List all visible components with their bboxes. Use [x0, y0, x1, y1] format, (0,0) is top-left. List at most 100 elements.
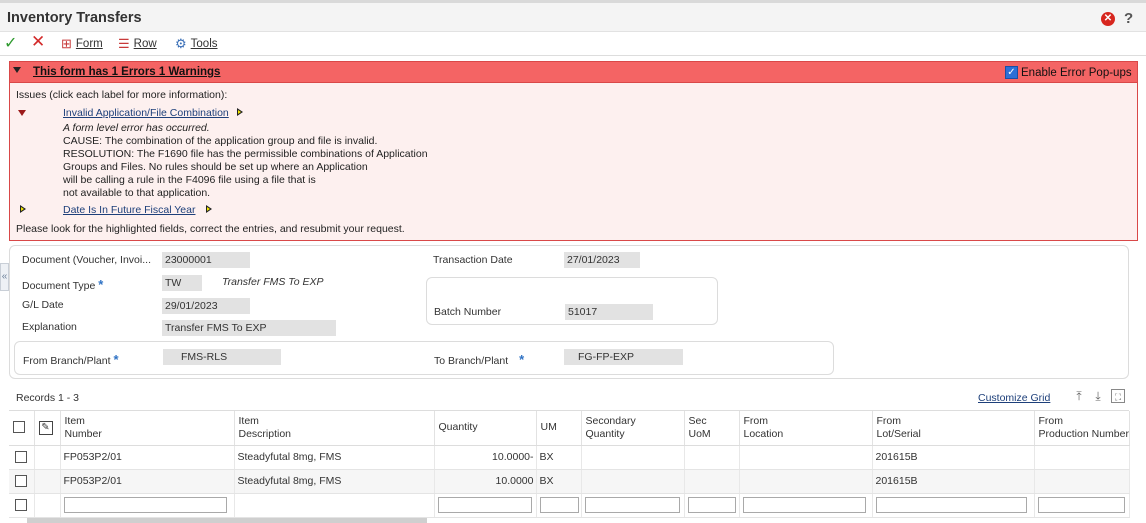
table-row[interactable]: FP053P2/01 Steadyfutal 8mg, FMS 10.0000-… [9, 445, 1130, 470]
cell-quantity[interactable]: 10.0000- [434, 445, 537, 470]
document-field[interactable]: 23000001 [162, 252, 250, 268]
edit-column: ✎ [34, 411, 61, 446]
transaction-date-field[interactable]: 27/01/2023 [564, 252, 640, 268]
from-branch-field[interactable]: FMS-RLS [163, 349, 281, 365]
document-label: Document (Voucher, Invoi... [22, 254, 151, 266]
row-checkbox[interactable] [15, 451, 27, 464]
transaction-date-label: Transaction Date [433, 254, 513, 266]
detail-arrow-icon[interactable] [206, 205, 212, 213]
cell-secondary-quantity[interactable] [581, 469, 685, 494]
row-menu[interactable]: ☰ Row [118, 36, 157, 52]
branch-panel [14, 341, 834, 375]
row-select-cell[interactable] [9, 469, 35, 494]
select-all-checkbox[interactable] [13, 421, 25, 434]
cell-from-lot-serial[interactable]: 201615B [872, 469, 1035, 494]
cell-quantity[interactable] [434, 493, 537, 518]
error-summary-link[interactable]: This form has 1 Errors 1 Warnings [33, 66, 220, 78]
cell-item-number[interactable]: FP053P2/01 [60, 445, 235, 470]
ok-checkmark-icon[interactable]: ✓ [4, 35, 17, 52]
explanation-label: Explanation [22, 321, 77, 333]
gl-date-field[interactable]: 29/01/2023 [162, 298, 250, 314]
error-link-future-fiscal-year[interactable]: Date Is In Future Fiscal Year [63, 204, 195, 216]
detail-arrow-icon[interactable] [237, 108, 243, 116]
expanded-triangle-icon[interactable] [18, 110, 26, 116]
col-from-production-number[interactable]: From Production Number [1034, 411, 1130, 446]
batch-number-label: Batch Number [434, 306, 502, 318]
close-icon[interactable]: ✕ [1101, 12, 1115, 26]
to-branch-field[interactable]: FG-FP-EXP [564, 349, 683, 365]
cell-sec-uom[interactable] [684, 493, 740, 518]
col-um[interactable]: UM [536, 411, 582, 446]
title-bar: Inventory Transfers ✕ ? [0, 0, 1146, 32]
secondary-quantity-input[interactable] [584, 497, 680, 513]
cell-item-description[interactable]: Steadyfutal 8mg, FMS [234, 445, 435, 470]
grid-column-headers: ✎ Item Number Item Description Quantity … [9, 411, 1130, 446]
fullscreen-icon[interactable]: ⛶ [1111, 389, 1125, 403]
col-from-lot-serial[interactable]: From Lot/Serial [872, 411, 1035, 446]
row-checkbox[interactable] [15, 499, 27, 512]
col-from-location[interactable]: From Location [739, 411, 873, 446]
cell-sec-uom[interactable] [684, 469, 740, 494]
collapse-triangle-icon[interactable] [13, 67, 21, 73]
from-lot-serial-input[interactable] [875, 497, 1028, 513]
cell-from-location[interactable] [739, 493, 873, 518]
item-number-input[interactable] [63, 497, 227, 513]
sec-uom-input[interactable] [687, 497, 737, 513]
cell-from-production-number[interactable] [1034, 445, 1130, 470]
collapse-left-pane-icon[interactable]: « [0, 263, 9, 291]
cell-item-description[interactable]: Steadyfutal 8mg, FMS [234, 469, 435, 494]
export-icon[interactable]: ⤒ [1072, 389, 1086, 403]
tools-menu[interactable]: ⚙ Tools [175, 36, 218, 52]
cell-item-number[interactable] [60, 493, 235, 518]
col-sec-uom[interactable]: Sec UoM [684, 411, 740, 446]
table-row-new[interactable] [9, 493, 1130, 518]
cell-from-location[interactable] [739, 445, 873, 470]
from-production-number-input[interactable] [1037, 497, 1125, 513]
row-checkbox[interactable] [15, 475, 27, 488]
enable-popups-checkbox[interactable]: ✓ [1005, 66, 1018, 79]
error-link-invalid-combination[interactable]: Invalid Application/File Combination [63, 107, 229, 119]
import-icon[interactable]: ⤓ [1091, 389, 1105, 403]
customize-grid-link[interactable]: Customize Grid [978, 392, 1050, 404]
cancel-x-icon[interactable]: ✕ [31, 32, 45, 51]
col-item-number[interactable]: Item Number [60, 411, 235, 446]
from-location-input[interactable] [742, 497, 867, 513]
batch-number-field[interactable]: 51017 [565, 304, 653, 320]
select-all-cell[interactable] [9, 411, 35, 446]
table-row[interactable]: FP053P2/01 Steadyfutal 8mg, FMS 10.0000 … [9, 469, 1130, 494]
cell-secondary-quantity[interactable] [581, 445, 685, 470]
cell-item-number[interactable]: FP053P2/01 [60, 469, 235, 494]
col-quantity[interactable]: Quantity [434, 411, 537, 446]
error-line: RESOLUTION: The F1690 file has the permi… [63, 148, 428, 160]
explanation-field[interactable]: Transfer FMS To EXP [162, 320, 336, 336]
cell-quantity[interactable]: 10.0000 [434, 469, 537, 494]
cell-from-lot-serial[interactable] [872, 493, 1035, 518]
error-line: CAUSE: The combination of the applicatio… [63, 135, 378, 147]
collapsed-triangle-icon[interactable] [20, 205, 26, 213]
cell-from-production-number[interactable] [1034, 493, 1130, 518]
page-title: Inventory Transfers [7, 10, 142, 26]
cell-secondary-quantity[interactable] [581, 493, 685, 518]
row-select-cell[interactable] [9, 445, 35, 470]
cell-sec-uom[interactable] [684, 445, 740, 470]
cell-um[interactable]: BX [536, 445, 582, 470]
col-secondary-quantity[interactable]: Secondary Quantity [581, 411, 685, 446]
toolbar: ✓ ✕ ⊞ Form ☰ Row ⚙ Tools [0, 32, 1146, 56]
cell-from-lot-serial[interactable]: 201615B [872, 445, 1035, 470]
cell-from-location[interactable] [739, 469, 873, 494]
quantity-input[interactable] [437, 497, 532, 513]
row-icon: ☰ [118, 36, 130, 51]
error-summary-bar[interactable]: This form has 1 Errors 1 Warnings ✓ Enab… [9, 61, 1138, 83]
doc-type-description: Transfer FMS To EXP [222, 276, 324, 288]
help-icon[interactable]: ? [1124, 10, 1133, 27]
horizontal-scrollbar[interactable] [27, 518, 427, 523]
um-input[interactable] [539, 497, 579, 513]
col-item-description[interactable]: Item Description [234, 411, 435, 446]
cell-um[interactable] [536, 493, 582, 518]
cell-um[interactable]: BX [536, 469, 582, 494]
cell-from-production-number[interactable] [1034, 469, 1130, 494]
row-select-cell[interactable] [9, 493, 35, 518]
form-menu[interactable]: ⊞ Form [61, 36, 103, 52]
error-line: will be calling a rule in the F4096 file… [63, 174, 316, 186]
doc-type-field[interactable]: TW [162, 275, 202, 291]
